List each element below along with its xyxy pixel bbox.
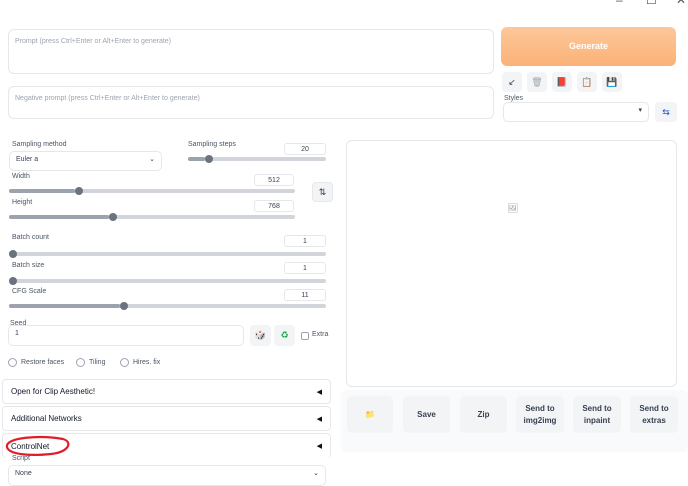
script-value: None [15, 470, 32, 477]
tiling-checkbox[interactable] [76, 358, 85, 367]
chevron-down-icon: ▾ [638, 107, 642, 114]
extra-checkbox[interactable] [301, 332, 309, 340]
styles-dropdown[interactable]: ▾ [503, 102, 649, 122]
cfg-scale-input[interactable]: 11 [284, 289, 326, 301]
cfg-scale-label: CFG Scale [12, 288, 47, 295]
zip-button[interactable]: Zip [460, 396, 507, 433]
sampling-method-label: Sampling method [12, 141, 67, 148]
batch-size-slider[interactable] [9, 277, 326, 285]
styles-label: Styles [504, 95, 524, 102]
script-dropdown[interactable]: None ⌄ [8, 465, 326, 486]
dice-icon[interactable]: 🎲 [250, 325, 271, 346]
swap-styles-icon[interactable]: ⇆ [655, 102, 677, 122]
additional-networks-accordion[interactable]: Additional Networks ◀ [2, 406, 331, 431]
save-button[interactable]: Save [403, 396, 450, 433]
batch-size-label: Batch size [12, 262, 45, 269]
send-to-img2img-button[interactable]: Send to img2img [516, 396, 564, 433]
swap-dimensions-icon[interactable]: ⇅ [312, 182, 333, 202]
hires-fix-checkbox[interactable] [120, 358, 129, 367]
collapse-arrow-icon: ◀ [316, 415, 322, 423]
send-to-inpaint-button[interactable]: Send to inpaint [573, 396, 621, 433]
restore-faces-label: Restore faces [21, 359, 65, 366]
seed-value: 1 [15, 330, 19, 337]
width-slider[interactable] [9, 187, 295, 195]
batch-count-input[interactable]: 1 [284, 235, 326, 247]
save-style-icon[interactable]: 💾 [602, 72, 622, 92]
minimize-icon[interactable]: – [616, 0, 623, 6]
batch-count-slider[interactable] [9, 250, 326, 258]
clipboard-icon[interactable]: 📋 [577, 72, 597, 92]
prompt-placeholder: Prompt (press Ctrl+Enter or Alt+Enter to… [15, 38, 172, 45]
sampling-steps-label: Sampling steps [188, 141, 236, 148]
trash-icon[interactable]: 🗑 [527, 72, 547, 92]
chevron-down-icon: ⌄ [313, 470, 319, 477]
arrow-icon[interactable]: ↙ [502, 72, 522, 92]
hires-fix-label: Hires. fix [133, 359, 161, 366]
recycle-icon[interactable]: ♻ [274, 325, 295, 346]
seed-input[interactable]: 1 [8, 325, 244, 346]
maximize-icon[interactable]: ☐ [646, 0, 657, 6]
sampling-steps-input[interactable]: 20 [284, 143, 326, 155]
height-slider[interactable] [9, 213, 295, 221]
width-input[interactable]: 512 [254, 174, 294, 186]
red-annotation-circle [5, 435, 70, 456]
height-label: Height [12, 199, 33, 206]
close-icon[interactable]: ✕ [676, 0, 686, 6]
restore-faces-checkbox[interactable] [8, 358, 17, 367]
batch-count-label: Batch count [12, 234, 49, 241]
width-label: Width [12, 173, 30, 180]
additional-networks-label: Additional Networks [11, 414, 82, 423]
image-placeholder-icon: 🖼 [507, 203, 519, 213]
chevron-down-icon: ⌄ [149, 156, 155, 163]
negative-prompt-placeholder: Negative prompt (press Ctrl+Enter or Alt… [15, 95, 200, 102]
send-to-extras-line1: Send to [639, 403, 669, 413]
generate-button[interactable]: Generate [501, 27, 676, 66]
script-label: Script [12, 455, 30, 462]
output-image-panel: 🖼 [346, 140, 677, 387]
sampling-method-dropdown[interactable]: Euler a ⌄ [9, 151, 162, 171]
send-to-inpaint-line1: Send to [582, 403, 612, 413]
cfg-scale-slider[interactable] [9, 302, 326, 310]
send-to-inpaint-line2: inpaint [583, 415, 611, 425]
send-to-img2img-line1: Send to [525, 403, 555, 413]
clip-aesthetic-label: Open for Clip Aesthetic! [11, 387, 96, 396]
batch-size-input[interactable]: 1 [284, 262, 326, 274]
sampling-steps-slider[interactable] [188, 155, 326, 163]
height-input[interactable]: 768 [254, 200, 294, 212]
negative-prompt-textarea[interactable]: Negative prompt (press Ctrl+Enter or Alt… [8, 86, 494, 119]
book-icon[interactable]: 📕 [552, 72, 572, 92]
collapse-arrow-icon: ◀ [316, 443, 322, 450]
sampling-method-value: Euler a [16, 156, 39, 163]
prompt-textarea[interactable]: Prompt (press Ctrl+Enter or Alt+Enter to… [8, 29, 494, 74]
extra-label: Extra [312, 331, 329, 338]
send-to-img2img-line2: img2img [523, 415, 557, 425]
folder-icon[interactable]: 📁 [347, 396, 393, 433]
send-to-extras-button[interactable]: Send to extras [630, 396, 678, 433]
send-to-extras-line2: extras [642, 415, 666, 425]
clip-aesthetic-accordion[interactable]: Open for Clip Aesthetic! ◀ [2, 379, 331, 404]
collapse-arrow-icon: ◀ [316, 388, 322, 396]
tiling-label: Tiling [89, 359, 106, 366]
